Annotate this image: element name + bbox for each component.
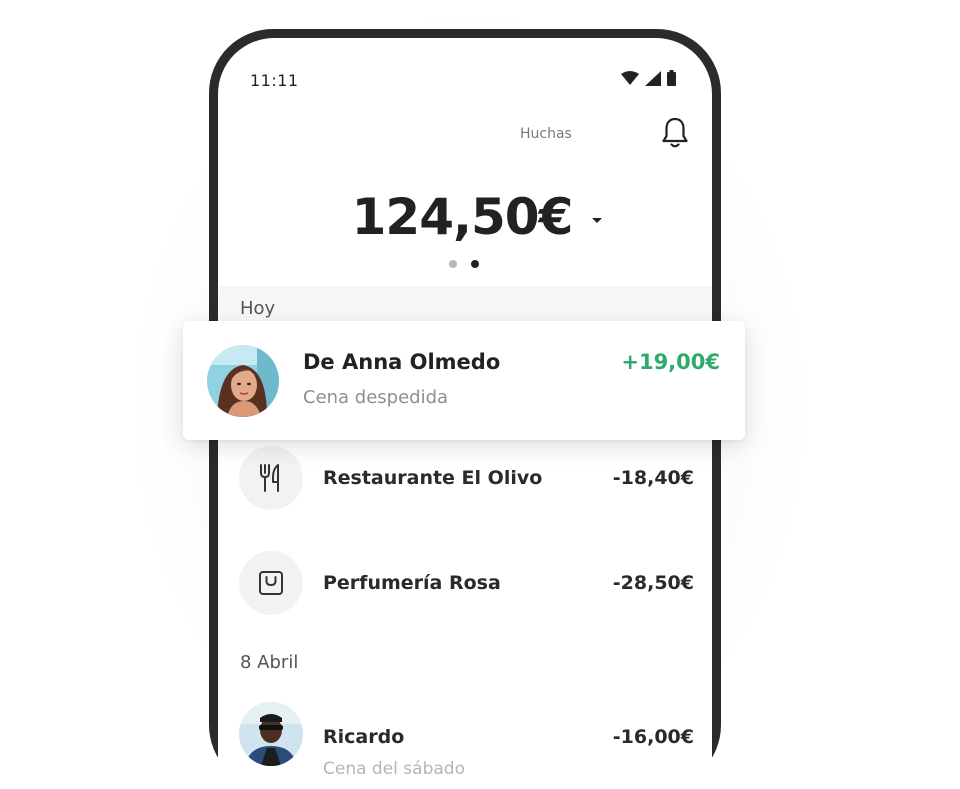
transaction-subtitle: Cena del sábado: [323, 759, 465, 779]
transaction-amount: -18,40€: [612, 467, 694, 489]
status-icons: [621, 70, 676, 86]
transaction-row[interactable]: Restaurante El Olivo -18,40€: [218, 443, 712, 513]
card-title: De Anna Olmedo: [303, 350, 501, 374]
signal-icon: [645, 70, 661, 86]
transaction-title: Perfumería Rosa: [323, 572, 501, 594]
transaction-row[interactable]: Perfumería Rosa -28,50€: [218, 548, 712, 618]
page-dot-active[interactable]: [471, 260, 479, 268]
cutlery-icon: [260, 464, 279, 492]
page-indicator: [449, 260, 479, 268]
avatar: [239, 702, 303, 766]
wifi-icon: [621, 71, 639, 85]
balance-amount: 124,50€: [351, 188, 574, 246]
shopping-bag-icon: [259, 571, 283, 595]
caret-down-icon: [592, 217, 603, 223]
page-dot[interactable]: [449, 260, 457, 268]
transaction-amount: -16,00€: [612, 726, 694, 748]
highlight-transaction-card[interactable]: De Anna Olmedo Cena despedida +19,00€: [183, 321, 745, 440]
battery-icon: [667, 70, 676, 86]
transaction-row[interactable]: Ricardo -16,00€ Cena del sábado: [218, 698, 712, 779]
transaction-amount: -28,50€: [612, 572, 694, 594]
status-time: 11:11: [250, 71, 299, 90]
bell-icon[interactable]: [660, 116, 690, 150]
section-header-today: Hoy: [240, 298, 276, 319]
card-subtitle: Cena despedida: [303, 387, 449, 408]
transaction-title: Restaurante El Olivo: [323, 467, 543, 489]
avatar: [207, 345, 279, 417]
piggy-banks-tab[interactable]: Huchas: [520, 126, 572, 142]
cutlery-icon-circle: [239, 446, 303, 510]
transaction-title: Ricardo: [323, 726, 405, 748]
section-header-date: 8 Abril: [240, 652, 299, 673]
balance-selector[interactable]: 124,50€: [218, 188, 712, 246]
shopping-bag-icon-circle: [239, 551, 303, 615]
card-amount: +19,00€: [621, 350, 720, 374]
